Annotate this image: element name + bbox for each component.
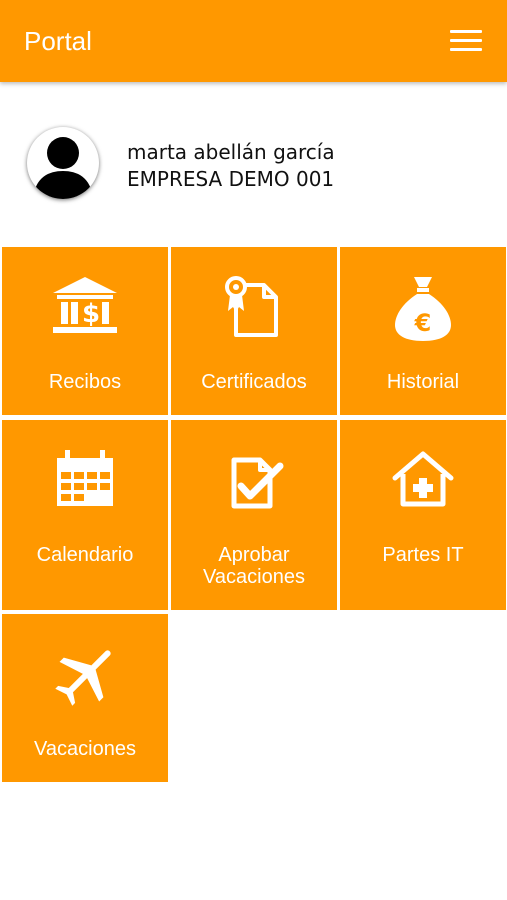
tile-label: Calendario [36,544,134,566]
svg-text:€: € [414,309,432,337]
euro-money-bag-icon: € [395,277,451,341]
tile-partes-it[interactable]: Partes IT [340,420,506,610]
user-silhouette-icon [33,137,93,199]
calendar-icon [57,450,113,506]
airplane-icon [55,650,111,706]
tile-aprobar-vacaciones[interactable]: Aprobar Vacaciones [171,420,337,610]
approve-document-check-icon [231,457,284,509]
tile-label-line-2: Vacaciones [203,566,305,588]
tile-label: Certificados [201,371,307,393]
bank-payment-icon: $ [53,277,117,333]
tile-label-line-1: Aprobar [218,544,290,566]
tile-label: Recibos [48,371,122,393]
tile-calendario[interactable]: Calendario [2,420,168,610]
tile-vacaciones[interactable]: Vacaciones [2,614,168,782]
svg-text:$: $ [82,299,100,329]
app-screen: Portal marta abellán garcía EMPRESA DEMO… [0,0,507,900]
top-app-bar: Portal [0,0,507,82]
user-name: marta abellán garcía [127,140,335,164]
medical-house-icon [392,451,454,507]
tile-label: Aprobar Vacaciones [171,544,337,588]
menu-button[interactable] [446,26,486,58]
tile-label: Partes IT [382,544,464,566]
tile-recibos[interactable]: $ Recibos [2,247,168,415]
tile-certificados[interactable]: Certificados [171,247,337,415]
certificate-document-icon [225,276,278,337]
tile-historial[interactable]: € Historial [340,247,506,415]
avatar [27,127,99,199]
app-title: Portal [24,26,92,56]
user-profile: marta abellán garcía EMPRESA DEMO 001 [0,82,507,242]
tile-label: Historial [386,371,460,393]
tile-label: Vacaciones [34,738,136,760]
company-name: EMPRESA DEMO 001 [127,167,335,191]
